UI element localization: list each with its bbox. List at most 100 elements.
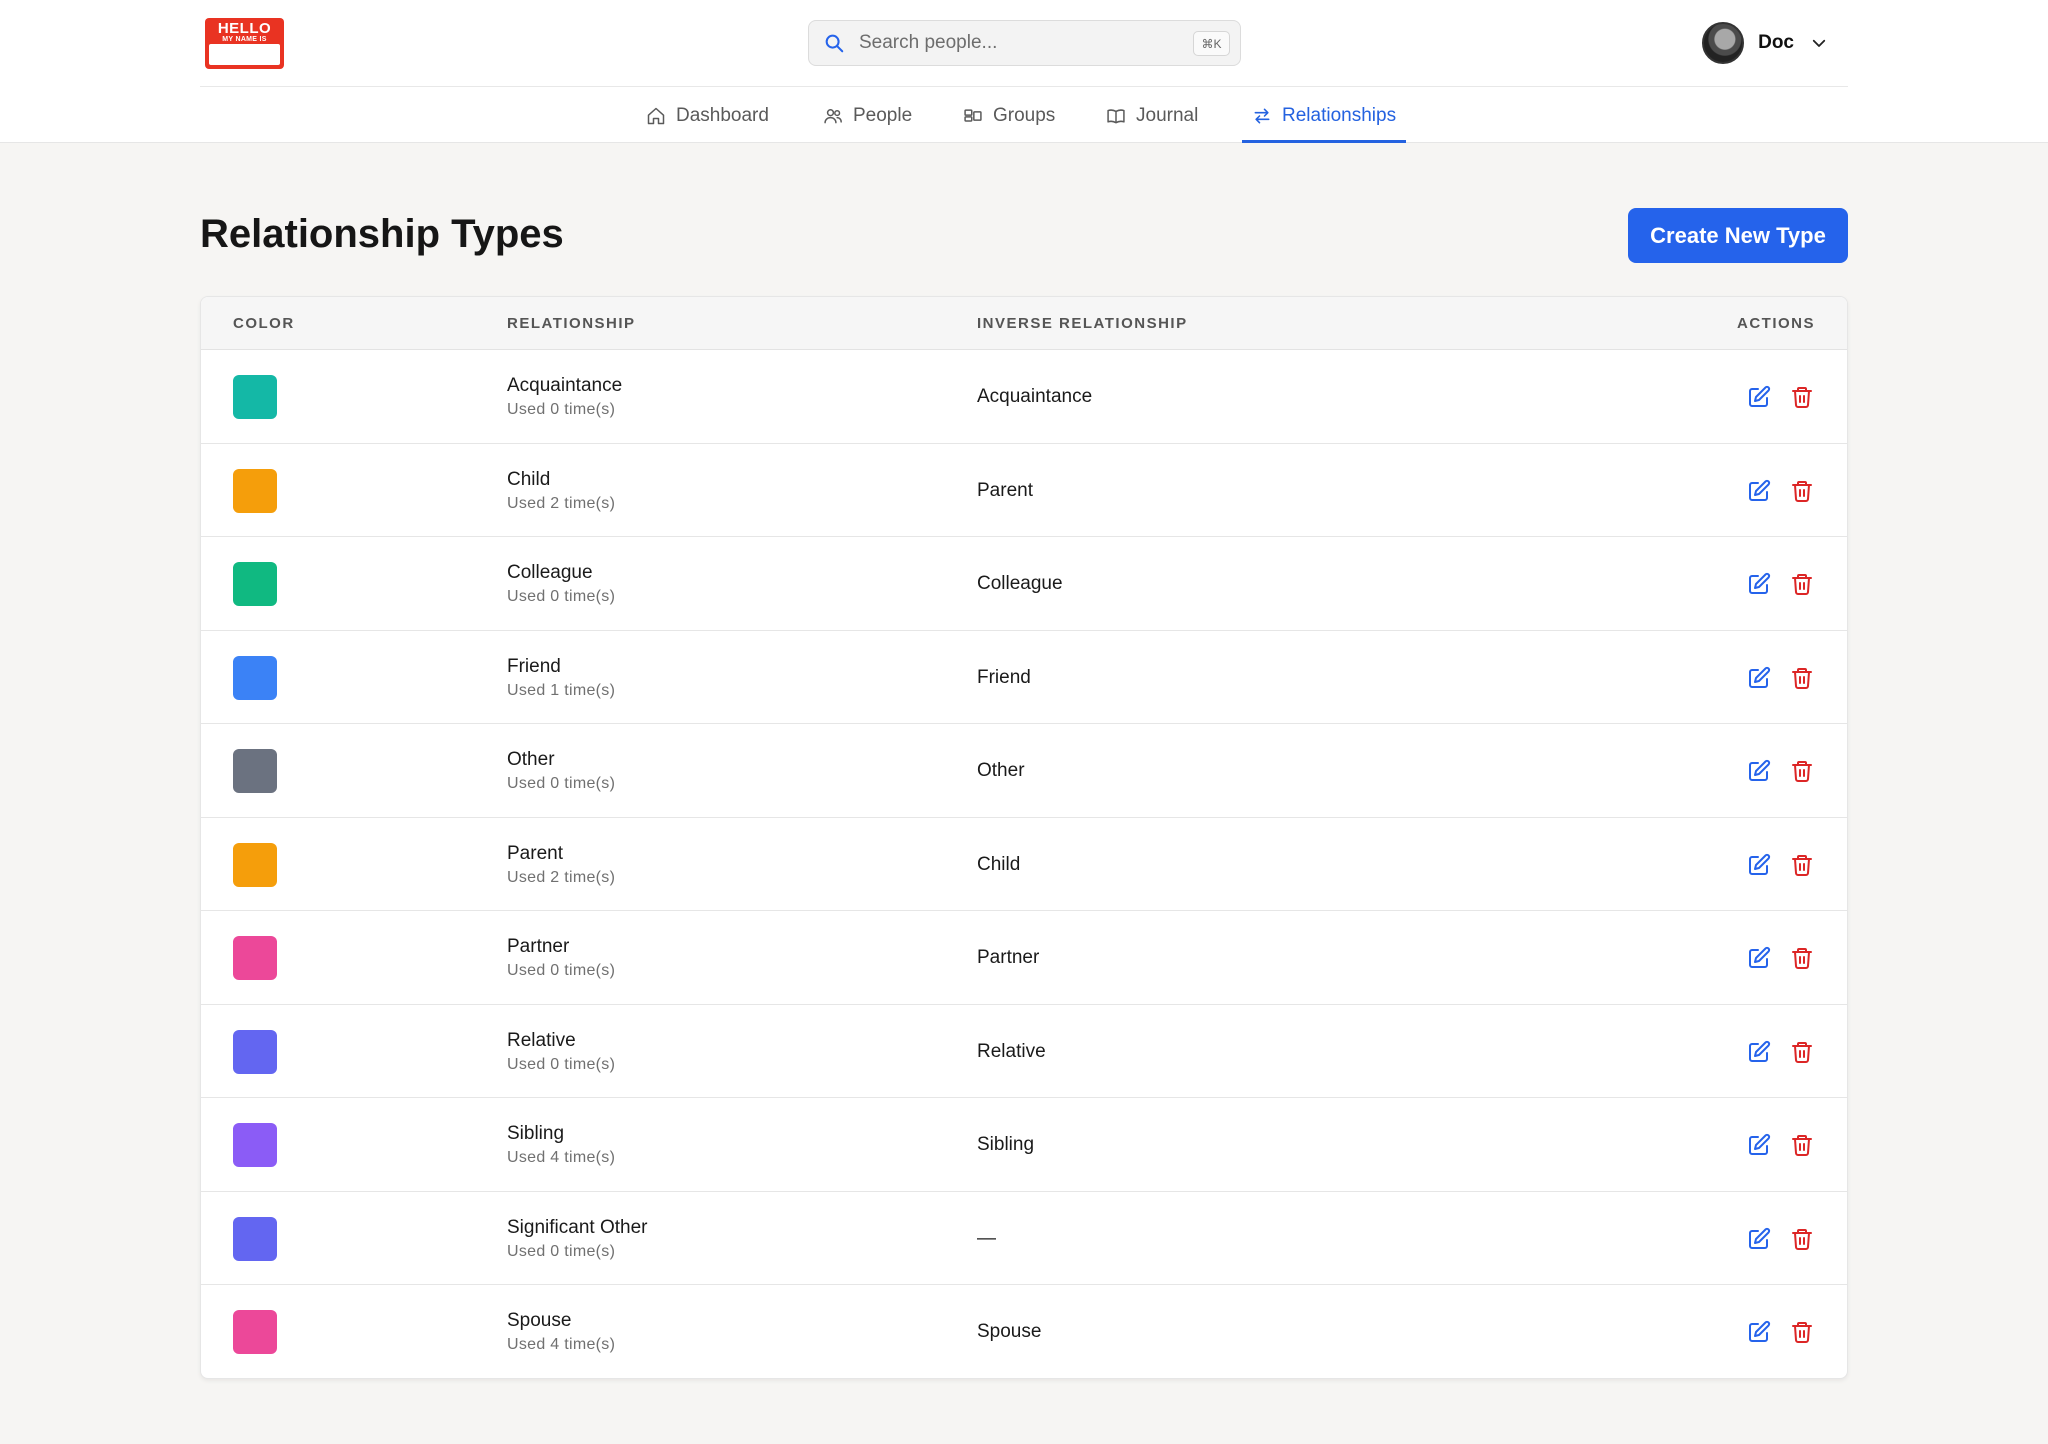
delete-button[interactable] <box>1789 1319 1815 1345</box>
table-body: Acquaintance Used 0 time(s) Acquaintance… <box>201 350 1847 1378</box>
color-swatch <box>233 936 277 980</box>
user-menu[interactable]: Doc <box>1702 22 1828 64</box>
search-input[interactable]: Search people... ⌘K <box>808 20 1241 66</box>
edit-icon <box>1749 666 1771 688</box>
delete-button[interactable] <box>1789 571 1815 597</box>
edit-icon <box>1749 385 1771 407</box>
edit-button[interactable] <box>1746 852 1772 878</box>
relationship-name: Partner <box>507 936 570 957</box>
edit-icon <box>1749 572 1771 594</box>
edit-button[interactable] <box>1746 1039 1772 1065</box>
edit-icon <box>1749 479 1771 501</box>
edit-button[interactable] <box>1746 945 1772 971</box>
arrows-exchange-icon <box>1254 108 1270 123</box>
delete-button[interactable] <box>1789 1132 1815 1158</box>
delete-button[interactable] <box>1789 1039 1815 1065</box>
trash-icon <box>1792 1228 1812 1250</box>
edit-button[interactable] <box>1746 478 1772 504</box>
groups-icon <box>964 108 982 122</box>
table-row: Colleague Used 0 time(s) Colleague <box>201 537 1847 631</box>
inverse-relationship: Friend <box>977 666 1031 688</box>
inverse-relationship: Colleague <box>977 573 1063 594</box>
page-title: Relationship Types <box>200 212 564 256</box>
column-header-color: COLOR <box>233 315 295 332</box>
relationship-name: Acquaintance <box>507 375 623 396</box>
nav-label-people: People <box>853 104 913 126</box>
trash-icon <box>1792 854 1812 876</box>
inverse-relationship: Other <box>977 760 1025 781</box>
relationship-name: Relative <box>507 1029 576 1051</box>
color-swatch <box>233 1310 277 1354</box>
home-icon <box>647 107 665 124</box>
edit-button[interactable] <box>1746 384 1772 410</box>
trash-icon <box>1792 1135 1812 1156</box>
edit-button[interactable] <box>1746 758 1772 784</box>
relationship-usage-count: Used 2 time(s) <box>507 868 616 886</box>
nav-item-journal[interactable]: Journal <box>1106 88 1198 143</box>
inverse-relationship: Spouse <box>977 1321 1042 1342</box>
relationship-usage-count: Used 1 time(s) <box>507 681 616 699</box>
edit-icon <box>1749 1040 1771 1062</box>
color-swatch <box>233 749 277 793</box>
book-icon <box>1107 108 1125 123</box>
color-swatch <box>233 468 277 513</box>
create-new-type-button[interactable]: Create New Type <box>1628 208 1848 263</box>
delete-button[interactable] <box>1789 1226 1815 1252</box>
relationship-usage-count: Used 0 time(s) <box>507 1242 616 1260</box>
table-header: COLOR RELATIONSHIP INVERSE RELATIONSHIP … <box>201 297 1847 350</box>
color-swatch <box>233 562 277 606</box>
relationship-name: Significant Other <box>507 1216 648 1238</box>
edit-icon <box>1749 946 1771 968</box>
edit-button[interactable] <box>1746 571 1772 597</box>
relationship-name: Friend <box>507 655 561 677</box>
nav-item-groups[interactable]: Groups <box>963 88 1055 143</box>
delete-button[interactable] <box>1789 665 1815 691</box>
relationship-usage-count: Used 0 time(s) <box>507 962 616 979</box>
top-bar: HELLO MY NAME IS Search people... ⌘K Doc… <box>0 0 2048 143</box>
delete-button[interactable] <box>1789 945 1815 971</box>
relationship-usage-count: Used 0 time(s) <box>507 401 616 418</box>
color-swatch <box>233 1123 277 1167</box>
edit-button[interactable] <box>1746 1132 1772 1158</box>
delete-button[interactable] <box>1789 384 1815 410</box>
table-row: Child Used 2 time(s) Parent <box>201 444 1847 537</box>
inverse-relationship: Parent <box>977 479 1033 501</box>
edit-button[interactable] <box>1746 1319 1772 1345</box>
nav-label-relationships: Relationships <box>1282 104 1397 126</box>
nav-label-dashboard: Dashboard <box>676 104 769 126</box>
hello-my-name-is-logo[interactable]: HELLO MY NAME IS <box>205 18 284 69</box>
trash-icon <box>1792 761 1812 782</box>
relationship-usage-count: Used 4 time(s) <box>507 1149 616 1166</box>
relationship-usage-count: Used 0 time(s) <box>507 1055 616 1073</box>
edit-button[interactable] <box>1746 1226 1772 1252</box>
column-header-inverse: INVERSE RELATIONSHIP <box>977 315 1188 332</box>
avatar[interactable] <box>1702 22 1745 64</box>
delete-button[interactable] <box>1789 478 1815 504</box>
nav-item-people[interactable]: People <box>823 88 912 143</box>
trash-icon <box>1792 1041 1812 1063</box>
relationship-types-table: COLOR RELATIONSHIP INVERSE RELATIONSHIP … <box>200 296 1848 1379</box>
trash-icon <box>1792 480 1812 502</box>
chevron-down-icon[interactable] <box>1810 34 1828 52</box>
nav-item-relationships[interactable]: Relationships <box>1241 88 1407 143</box>
inverse-relationship: Relative <box>977 1040 1046 1062</box>
table-row: Spouse Used 4 time(s) Spouse <box>201 1285 1847 1378</box>
logo-line-2: MY NAME IS <box>222 36 267 43</box>
trash-icon <box>1792 667 1812 689</box>
table-row: Parent Used 2 time(s) Child <box>201 818 1847 911</box>
column-header-relationship: RELATIONSHIP <box>507 315 636 332</box>
relationship-name: Spouse <box>507 1310 572 1331</box>
edit-icon <box>1749 853 1771 875</box>
table-row: Sibling Used 4 time(s) Sibling <box>201 1098 1847 1192</box>
edit-icon <box>1749 759 1771 781</box>
logo-name-area <box>209 44 280 65</box>
color-swatch <box>233 1029 277 1074</box>
relationship-name: Colleague <box>507 562 593 583</box>
inverse-relationship: — <box>977 1227 996 1249</box>
delete-button[interactable] <box>1789 758 1815 784</box>
relationship-name: Sibling <box>507 1123 565 1144</box>
edit-button[interactable] <box>1746 665 1772 691</box>
delete-button[interactable] <box>1789 852 1815 878</box>
nav-item-dashboard[interactable]: Dashboard <box>646 88 769 143</box>
table-row: Acquaintance Used 0 time(s) Acquaintance <box>201 350 1847 444</box>
